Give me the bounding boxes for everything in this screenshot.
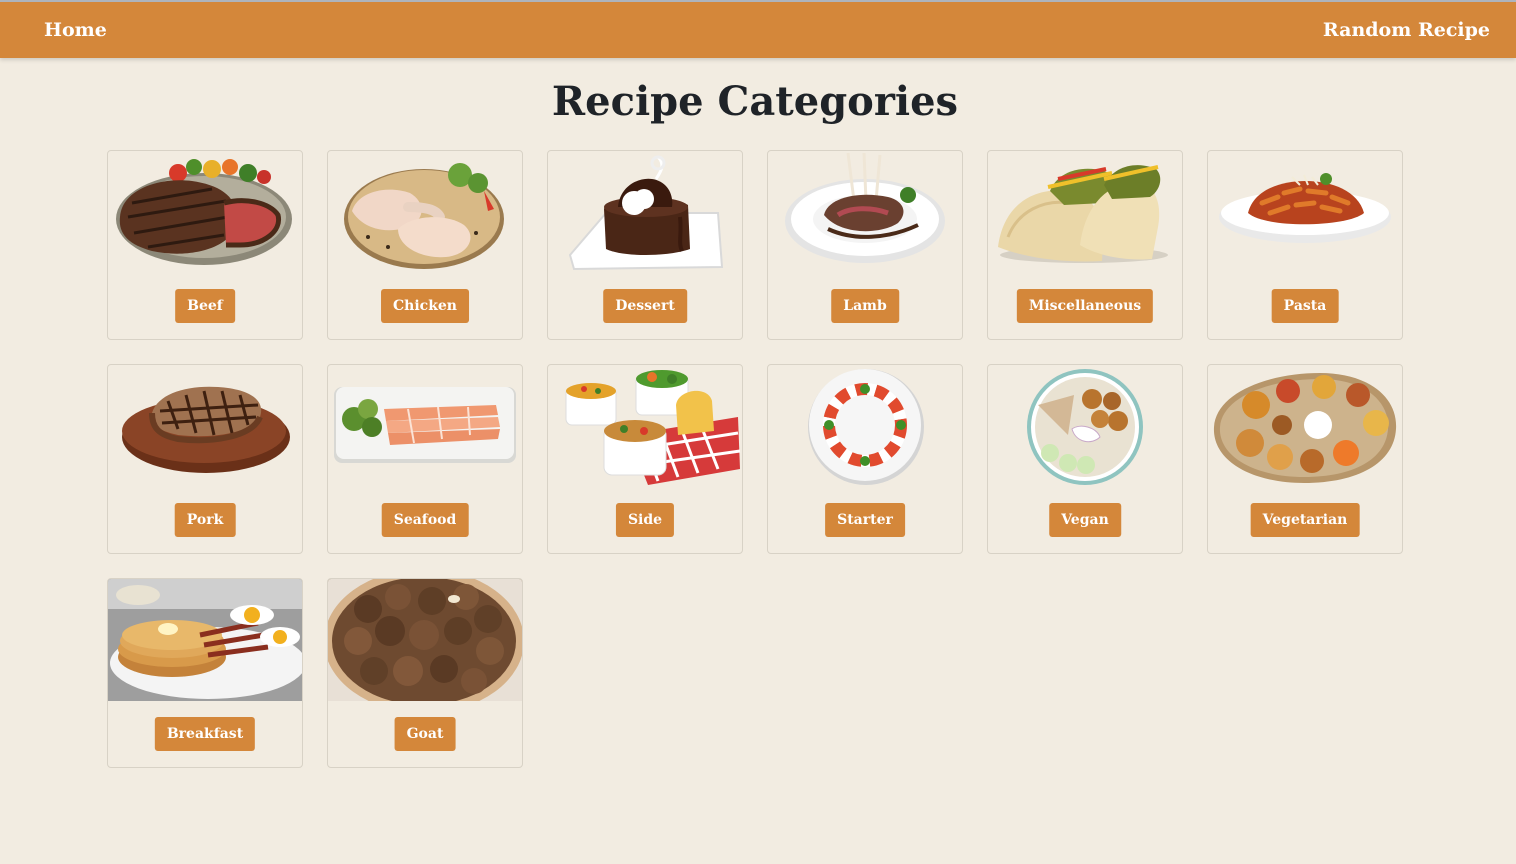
category-button-pork[interactable]: Pork	[174, 503, 236, 537]
category-button-chicken[interactable]: Chicken	[381, 289, 469, 323]
vegan-bowl-image	[988, 365, 1182, 487]
category-button-pasta[interactable]: Pasta	[1271, 289, 1339, 323]
category-button-vegan[interactable]: Vegan	[1049, 503, 1121, 537]
pork-chop-board-image	[108, 365, 302, 487]
category-card-seafood[interactable]: Seafood	[327, 364, 523, 554]
category-card-vegetarian[interactable]: Vegetarian	[1207, 364, 1403, 554]
category-button-goat[interactable]: Goat	[394, 717, 456, 751]
lamb-chops-plate-image	[768, 151, 962, 273]
nav-random-recipe-link[interactable]: Random Recipe	[1323, 2, 1490, 58]
category-button-seafood[interactable]: Seafood	[381, 503, 469, 537]
category-card-goat[interactable]: Goat	[327, 578, 523, 768]
pancakes-breakfast-image	[108, 579, 302, 701]
category-card-vegan[interactable]: Vegan	[987, 364, 1183, 554]
category-card-chicken[interactable]: Chicken	[327, 150, 523, 340]
category-card-side[interactable]: Side	[547, 364, 743, 554]
category-card-pasta[interactable]: Pasta	[1207, 150, 1403, 340]
category-button-starter[interactable]: Starter	[825, 503, 905, 537]
navbar: Home Random Recipe	[0, 0, 1516, 58]
page-title: Recipe Categories	[551, 78, 959, 125]
category-card-miscellaneous[interactable]: Miscellaneous	[987, 150, 1183, 340]
category-card-pork[interactable]: Pork	[107, 364, 303, 554]
chicken-legs-plate-image	[328, 151, 522, 273]
category-button-beef[interactable]: Beef	[175, 289, 235, 323]
category-card-breakfast[interactable]: Breakfast	[107, 578, 303, 768]
category-card-lamb[interactable]: Lamb	[767, 150, 963, 340]
caprese-salad-image	[768, 365, 962, 487]
vegetarian-thali-image	[1208, 365, 1402, 487]
side-dishes-image	[548, 365, 742, 487]
category-button-side[interactable]: Side	[615, 503, 675, 537]
salmon-platter-image	[328, 365, 522, 487]
category-button-breakfast[interactable]: Breakfast	[154, 717, 256, 751]
goat-meat-image	[328, 579, 522, 701]
category-button-miscellaneous[interactable]: Miscellaneous	[1016, 289, 1154, 323]
category-card-starter[interactable]: Starter	[767, 364, 963, 554]
tacos-image	[988, 151, 1182, 273]
chocolate-cake-image	[548, 151, 742, 273]
category-card-dessert[interactable]: Dessert	[547, 150, 743, 340]
nav-home-link[interactable]: Home	[44, 2, 107, 58]
penne-pasta-bowl-image	[1208, 151, 1402, 273]
category-card-beef[interactable]: Beef	[107, 150, 303, 340]
category-button-lamb[interactable]: Lamb	[831, 289, 899, 323]
category-button-dessert[interactable]: Dessert	[603, 289, 687, 323]
category-button-vegetarian[interactable]: Vegetarian	[1250, 503, 1360, 537]
beef-steak-plate-image	[108, 151, 302, 273]
